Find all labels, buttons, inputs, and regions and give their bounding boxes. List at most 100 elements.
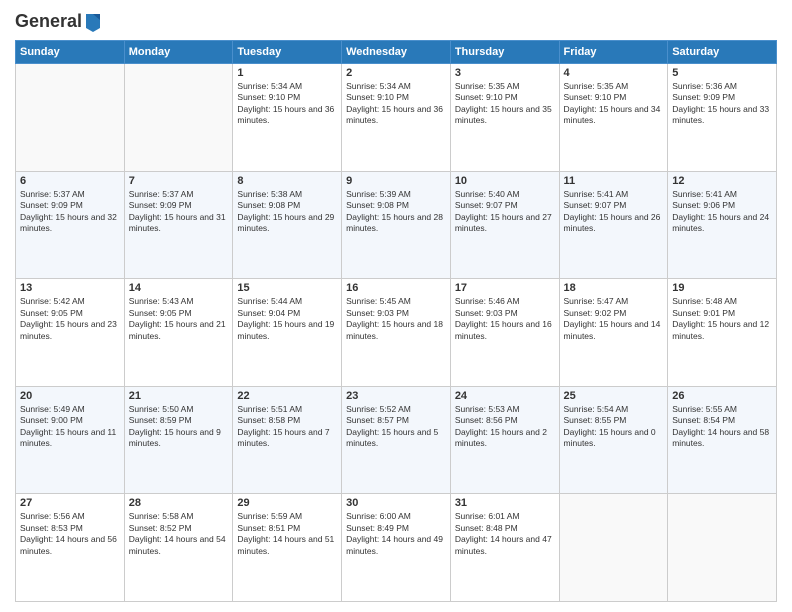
day-info: Sunrise: 5:56 AM Sunset: 8:53 PM Dayligh… [20, 511, 120, 557]
day-info: Sunrise: 5:38 AM Sunset: 9:08 PM Dayligh… [237, 189, 337, 235]
day-number: 2 [346, 67, 446, 79]
day-info: Sunrise: 5:53 AM Sunset: 8:56 PM Dayligh… [455, 404, 555, 450]
day-number: 27 [20, 497, 120, 509]
calendar-cell: 12Sunrise: 5:41 AM Sunset: 9:06 PM Dayli… [668, 171, 777, 279]
calendar-cell: 25 Sunrise: 5:54 AM Sunset: 8:55 PM Dayli… [559, 386, 668, 494]
calendar-cell: 16 Sunrise: 5:45 AM Sunset: 9:03 PM Dayli… [342, 279, 451, 387]
day-info: Sunrise: 5:52 AM Sunset: 8:57 PM Dayligh… [346, 404, 446, 450]
day-info: Sunrise: 5:58 AM Sunset: 8:52 PM Dayligh… [129, 511, 229, 557]
day-number: 4 [564, 67, 664, 79]
calendar-cell [124, 64, 233, 172]
calendar-cell: 1 Sunrise: 5:34 AM Sunset: 9:10 PM Daylig… [233, 64, 342, 172]
calendar-cell: 18 Sunrise: 5:47 AM Sunset: 9:02 PM Dayli… [559, 279, 668, 387]
day-number: 29 [237, 497, 337, 509]
day-number: 17 [455, 282, 555, 294]
day-number: 30 [346, 497, 446, 509]
day-number: 31 [455, 497, 555, 509]
day-info: Sunrise: 6:01 AM Sunset: 8:48 PM Dayligh… [455, 511, 555, 557]
day-info: Sunrise: 6:00 AM Sunset: 8:49 PM Dayligh… [346, 511, 446, 557]
calendar-table: SundayMondayTuesdayWednesdayThursdayFrid… [15, 40, 777, 602]
day-info: Sunrise: 5:39 AM Sunset: 9:08 PM Dayligh… [346, 189, 446, 235]
day-info: Sunrise: 5:34 AM Sunset: 9:10 PM Dayligh… [237, 81, 337, 127]
page: General SundayMondayTuesdayWednesdayThur… [0, 0, 792, 612]
calendar-cell: 17 Sunrise: 5:46 AM Sunset: 9:03 PM Dayli… [450, 279, 559, 387]
day-number: 19 [672, 282, 772, 294]
header: General [15, 10, 777, 32]
calendar-cell: 13Sunrise: 5:42 AM Sunset: 9:05 PM Dayli… [16, 279, 125, 387]
day-number: 24 [455, 390, 555, 402]
day-info: Sunrise: 5:35 AM Sunset: 9:10 PM Dayligh… [564, 81, 664, 127]
day-info: Sunrise: 5:45 AM Sunset: 9:03 PM Dayligh… [346, 296, 446, 342]
calendar-cell: 30 Sunrise: 6:00 AM Sunset: 8:49 PM Dayli… [342, 494, 451, 602]
calendar-week-row: 13Sunrise: 5:42 AM Sunset: 9:05 PM Dayli… [16, 279, 777, 387]
day-info: Sunrise: 5:37 AM Sunset: 9:09 PM Dayligh… [129, 189, 229, 235]
day-number: 25 [564, 390, 664, 402]
day-info: Sunrise: 5:46 AM Sunset: 9:03 PM Dayligh… [455, 296, 555, 342]
calendar-cell: 28 Sunrise: 5:58 AM Sunset: 8:52 PM Dayli… [124, 494, 233, 602]
day-number: 22 [237, 390, 337, 402]
day-info: Sunrise: 5:35 AM Sunset: 9:10 PM Dayligh… [455, 81, 555, 127]
calendar-cell: 4 Sunrise: 5:35 AM Sunset: 9:10 PM Daylig… [559, 64, 668, 172]
calendar-cell [16, 64, 125, 172]
day-number: 6 [20, 175, 120, 187]
weekday-header: Wednesday [342, 41, 451, 64]
logo-general: General [15, 11, 82, 32]
calendar-header-row: SundayMondayTuesdayWednesdayThursdayFrid… [16, 41, 777, 64]
day-number: 10 [455, 175, 555, 187]
calendar-cell: 22 Sunrise: 5:51 AM Sunset: 8:58 PM Dayli… [233, 386, 342, 494]
day-info: Sunrise: 5:48 AM Sunset: 9:01 PM Dayligh… [672, 296, 772, 342]
day-number: 5 [672, 67, 772, 79]
day-number: 16 [346, 282, 446, 294]
day-number: 26 [672, 390, 772, 402]
calendar-cell: 21 Sunrise: 5:50 AM Sunset: 8:59 PM Dayli… [124, 386, 233, 494]
day-info: Sunrise: 5:41 AM Sunset: 9:07 PM Dayligh… [564, 189, 664, 235]
calendar-cell: 26 Sunrise: 5:55 AM Sunset: 8:54 PM Dayli… [668, 386, 777, 494]
day-info: Sunrise: 5:50 AM Sunset: 8:59 PM Dayligh… [129, 404, 229, 450]
calendar-cell [559, 494, 668, 602]
calendar-cell: 10Sunrise: 5:40 AM Sunset: 9:07 PM Dayli… [450, 171, 559, 279]
calendar-cell: 27 Sunrise: 5:56 AM Sunset: 8:53 PM Dayli… [16, 494, 125, 602]
day-number: 28 [129, 497, 229, 509]
day-number: 8 [237, 175, 337, 187]
calendar-cell [668, 494, 777, 602]
calendar-cell: 9 Sunrise: 5:39 AM Sunset: 9:08 PM Daylig… [342, 171, 451, 279]
day-number: 18 [564, 282, 664, 294]
day-number: 20 [20, 390, 120, 402]
day-number: 3 [455, 67, 555, 79]
day-number: 11 [564, 175, 664, 187]
day-info: Sunrise: 5:55 AM Sunset: 8:54 PM Dayligh… [672, 404, 772, 450]
day-info: Sunrise: 5:47 AM Sunset: 9:02 PM Dayligh… [564, 296, 664, 342]
calendar-cell: 6 Sunrise: 5:37 AM Sunset: 9:09 PM Daylig… [16, 171, 125, 279]
calendar-body: 1 Sunrise: 5:34 AM Sunset: 9:10 PM Daylig… [16, 64, 777, 602]
calendar-cell: 23 Sunrise: 5:52 AM Sunset: 8:57 PM Dayli… [342, 386, 451, 494]
calendar-week-row: 6 Sunrise: 5:37 AM Sunset: 9:09 PM Daylig… [16, 171, 777, 279]
day-number: 15 [237, 282, 337, 294]
logo-icon [84, 10, 102, 32]
calendar-cell: 19 Sunrise: 5:48 AM Sunset: 9:01 PM Dayli… [668, 279, 777, 387]
day-info: Sunrise: 5:42 AM Sunset: 9:05 PM Dayligh… [20, 296, 120, 342]
day-number: 12 [672, 175, 772, 187]
day-number: 1 [237, 67, 337, 79]
logo: General [15, 10, 102, 32]
calendar-cell: 24 Sunrise: 5:53 AM Sunset: 8:56 PM Dayli… [450, 386, 559, 494]
calendar-week-row: 27 Sunrise: 5:56 AM Sunset: 8:53 PM Dayli… [16, 494, 777, 602]
weekday-header: Saturday [668, 41, 777, 64]
calendar-cell: 31 Sunrise: 6:01 AM Sunset: 8:48 PM Dayli… [450, 494, 559, 602]
calendar-week-row: 1 Sunrise: 5:34 AM Sunset: 9:10 PM Daylig… [16, 64, 777, 172]
day-info: Sunrise: 5:37 AM Sunset: 9:09 PM Dayligh… [20, 189, 120, 235]
day-info: Sunrise: 5:44 AM Sunset: 9:04 PM Dayligh… [237, 296, 337, 342]
day-info: Sunrise: 5:34 AM Sunset: 9:10 PM Dayligh… [346, 81, 446, 127]
weekday-header: Tuesday [233, 41, 342, 64]
calendar-cell: 7Sunrise: 5:37 AM Sunset: 9:09 PM Daylig… [124, 171, 233, 279]
day-info: Sunrise: 5:43 AM Sunset: 9:05 PM Dayligh… [129, 296, 229, 342]
day-number: 23 [346, 390, 446, 402]
calendar-cell: 3 Sunrise: 5:35 AM Sunset: 9:10 PM Daylig… [450, 64, 559, 172]
day-info: Sunrise: 5:54 AM Sunset: 8:55 PM Dayligh… [564, 404, 664, 450]
weekday-header: Thursday [450, 41, 559, 64]
weekday-header: Friday [559, 41, 668, 64]
day-number: 21 [129, 390, 229, 402]
day-info: Sunrise: 5:51 AM Sunset: 8:58 PM Dayligh… [237, 404, 337, 450]
day-number: 9 [346, 175, 446, 187]
calendar-cell: 11 Sunrise: 5:41 AM Sunset: 9:07 PM Dayli… [559, 171, 668, 279]
weekday-header: Sunday [16, 41, 125, 64]
